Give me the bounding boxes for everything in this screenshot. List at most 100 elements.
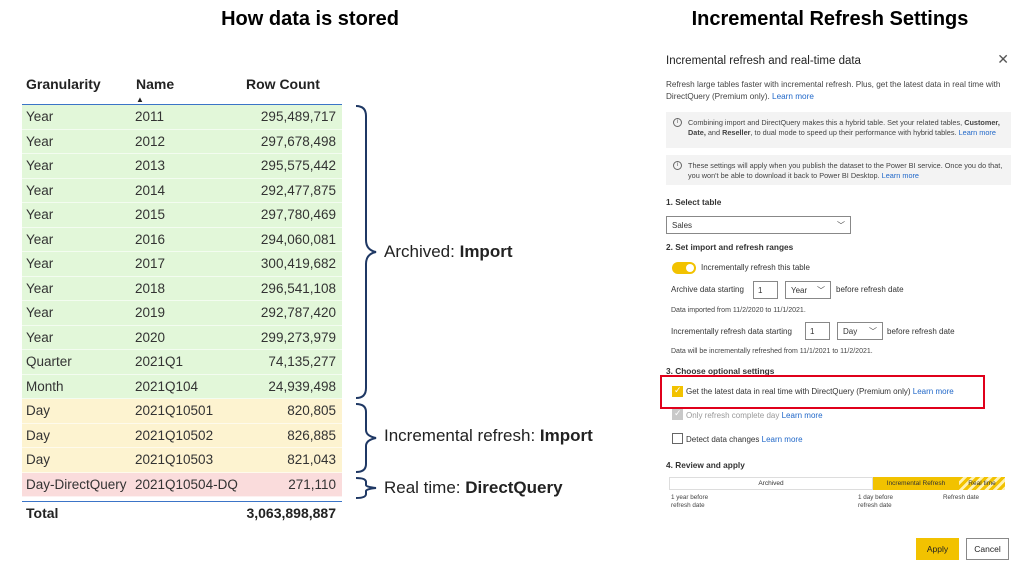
timeline-archived: Archived (669, 477, 873, 490)
info1-text1: Combining import and DirectQuery makes t… (688, 118, 963, 127)
info1-learn-more-link[interactable]: Learn more (959, 128, 996, 137)
cell-name: 2017 (135, 256, 166, 271)
cell-granularity: Day (26, 403, 51, 418)
cancel-button[interactable]: Cancel (966, 538, 1009, 560)
cell-granularity: Quarter (26, 354, 72, 369)
table-row: Quarter 2021Q1 74,135,277 (22, 350, 342, 375)
close-icon[interactable]: ✕ (997, 51, 1009, 68)
incremental-label: Incrementally refresh data starting (671, 327, 792, 336)
cell-name: 2021Q10503 (135, 452, 214, 467)
incremental-unit-value: Day (843, 327, 858, 336)
table-row: Year 2011 295,489,717 (22, 105, 342, 130)
total-divider (22, 501, 342, 502)
cell-granularity: Month (26, 378, 64, 394)
chevron-down-icon: ﹀ (869, 327, 877, 336)
chevron-down-icon: ﹀ (817, 286, 825, 295)
total-value: 3,063,898,887 (246, 505, 336, 521)
toggle-label: Incrementally refresh this table (701, 263, 810, 272)
imported-note: Data imported from 11/2/2020 to 11/1/202… (671, 307, 806, 314)
cell-name: 2021Q10502 (135, 427, 214, 443)
column-header-granularity[interactable]: Granularity (26, 76, 101, 92)
cell-granularity: Year (26, 305, 54, 320)
realtime-option: Get the latest data in real time with Di… (686, 387, 954, 396)
archive-period-input[interactable]: 1 (753, 281, 778, 299)
info1-text2: and (705, 128, 723, 137)
cell-row-count: 299,273,979 (260, 329, 336, 345)
cell-granularity: Year (26, 207, 54, 222)
archived-bracket-label: Archived: Import (384, 242, 512, 262)
cell-granularity: Year (26, 329, 54, 345)
cell-row-count: 297,678,498 (260, 133, 336, 149)
incremental-mode: Import (539, 426, 593, 445)
info2-learn-more-link[interactable]: Learn more (882, 171, 919, 180)
complete-day-option: Only refresh complete day Learn more (686, 411, 823, 420)
incremental-period-input[interactable]: 1 (805, 322, 830, 340)
archive-label: Archive data starting (671, 285, 744, 294)
detect-changes-learn-more-link[interactable]: Learn more (762, 435, 803, 444)
incremental-note: Data will be incrementally refreshed fro… (671, 348, 873, 355)
learn-more-link[interactable]: Learn more (772, 92, 814, 101)
table-row: Year 2013 295,575,442 (22, 154, 342, 179)
incremental-prefix: Incremental refresh: (384, 426, 540, 445)
realtime-checkbox[interactable] (672, 385, 683, 397)
column-header-row-count[interactable]: Row Count (246, 76, 320, 92)
apply-button[interactable]: Apply (916, 538, 959, 560)
cell-name: 2012 (135, 133, 166, 149)
dialog-description: Refresh large tables faster with increme… (666, 79, 1011, 103)
detect-changes-label: Detect data changes (686, 435, 760, 444)
cell-row-count: 295,489,717 (260, 109, 336, 124)
cell-granularity: Year (26, 158, 54, 173)
column-header-name[interactable]: Name (136, 76, 174, 92)
complete-day-label: Only refresh complete day (686, 411, 780, 420)
cell-granularity: Year (26, 109, 54, 124)
info2-text: These settings will apply when you publi… (688, 161, 1003, 180)
table-row: Year 2015 297,780,469 (22, 203, 342, 228)
table-row: Year 2012 297,678,498 (22, 129, 342, 154)
info-icon: i (673, 161, 682, 170)
table-row: Year 2017 300,419,682 (22, 252, 342, 277)
cell-granularity: Day-DirectQuery (26, 476, 127, 492)
chevron-down-icon: ﹀ (837, 221, 845, 230)
total-label: Total (26, 505, 59, 521)
cell-row-count: 294,060,081 (260, 231, 336, 247)
cell-row-count: 821,043 (287, 452, 336, 467)
cell-row-count: 271,110 (288, 476, 336, 492)
section-select-table: 1. Select table (666, 197, 722, 207)
left-heading: How data is stored (221, 8, 399, 30)
cell-name: 2011 (135, 109, 165, 124)
cell-row-count: 296,541,108 (260, 280, 336, 296)
cell-granularity: Year (26, 133, 54, 149)
detect-changes-checkbox[interactable] (672, 433, 683, 444)
archived-prefix: Archived: (384, 242, 460, 261)
table-row: Year 2018 296,541,108 (22, 276, 342, 301)
table-row: Day 2021Q10502 826,885 (22, 423, 342, 448)
cell-name: 2021Q104 (135, 378, 199, 394)
table-row: Day-DirectQuery 2021Q10504-DQ 271,110 (22, 472, 342, 497)
realtime-option-label: Get the latest data in real time with Di… (686, 387, 911, 396)
total-row: Total 3,063,898,887 (22, 503, 342, 525)
archived-mode: Import (459, 242, 513, 261)
incremental-refresh-toggle[interactable] (672, 262, 696, 274)
timeline-caption-middle: 1 day before refresh date (858, 494, 894, 509)
complete-day-checkbox[interactable] (672, 408, 683, 420)
cell-granularity: Year (26, 231, 54, 247)
realtime-bracket-label: Real time: DirectQuery (384, 478, 563, 498)
realtime-bracket (354, 476, 380, 500)
cell-name: 2013 (135, 158, 166, 173)
cell-name: 2019 (135, 305, 166, 320)
complete-day-learn-more-link[interactable]: Learn more (782, 411, 823, 420)
timeline-caption-start: 1 year before refresh date (671, 494, 709, 509)
realtime-learn-more-link[interactable]: Learn more (913, 387, 954, 396)
hybrid-table-info: i Combining import and DirectQuery makes… (666, 112, 1011, 148)
cell-granularity: Day (26, 427, 51, 443)
incremental-after-label: before refresh date (887, 327, 955, 336)
table-select[interactable]: Sales ﹀ (666, 216, 851, 234)
cell-row-count: 297,780,469 (260, 207, 336, 222)
incremental-unit-select[interactable]: Day ﹀ (837, 322, 883, 340)
cell-name: 2014 (135, 182, 166, 198)
cell-row-count: 826,885 (287, 427, 336, 443)
table-row: Year 2019 292,787,420 (22, 301, 342, 326)
archive-unit-select[interactable]: Year ﹀ (785, 281, 831, 299)
dialog-title: Incremental refresh and real-time data (666, 55, 861, 67)
archive-after-label: before refresh date (836, 285, 904, 294)
